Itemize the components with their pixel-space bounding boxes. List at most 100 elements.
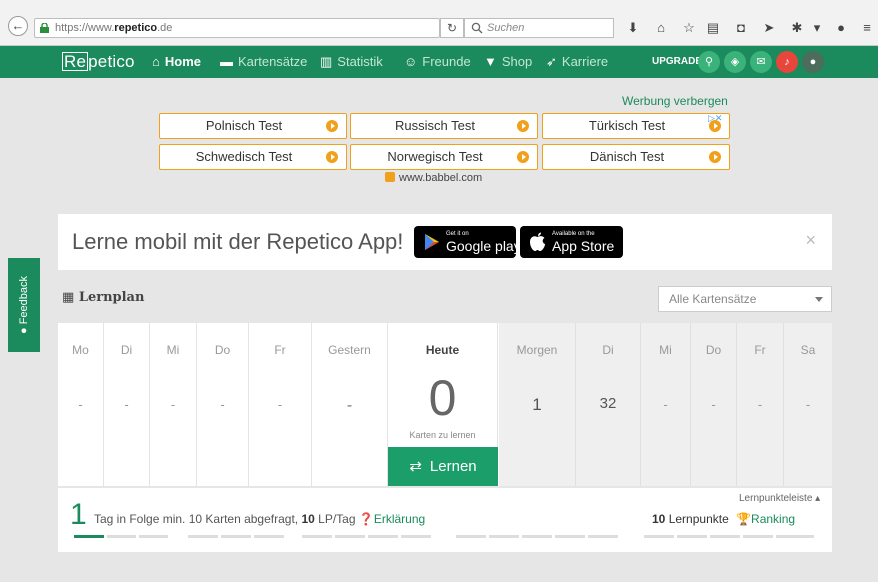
home-icon: ⌂ xyxy=(152,54,160,69)
nav-kartensaetze[interactable]: ▬ Kartensätze xyxy=(220,54,307,69)
day-column: Do - xyxy=(197,323,249,486)
feedback-label: Feedback xyxy=(18,275,30,325)
reading-list-icon[interactable]: ▤ xyxy=(704,18,722,38)
rocket-icon: ➶ xyxy=(546,54,557,69)
url-bar[interactable]: https://www.repetico.de xyxy=(34,18,440,38)
ad-button-norwegisch[interactable]: Norwegisch Test xyxy=(350,144,538,170)
deck-select[interactable]: Alle Kartensätze xyxy=(658,286,832,312)
day-column: Morgen 1 xyxy=(499,323,576,486)
feedback-tab[interactable]: ● Feedback xyxy=(8,258,40,352)
menu-icon[interactable]: ≡ xyxy=(858,18,876,38)
info-circle-icon: ● xyxy=(18,324,30,335)
google-play-button[interactable]: Get it on Google play xyxy=(414,226,521,258)
home-icon[interactable]: ⌂ xyxy=(652,18,670,38)
repetico-logo[interactable]: Re petico xyxy=(62,52,135,72)
progress-segment xyxy=(107,535,136,538)
ad-button-polnisch[interactable]: Polnisch Test xyxy=(159,113,347,139)
progress-segment xyxy=(188,535,218,538)
progress-segment xyxy=(401,535,431,538)
progress-segment xyxy=(139,535,168,538)
bar-chart-icon: ▥ xyxy=(320,54,333,69)
day-column: Fr - xyxy=(737,323,784,486)
browser-toolbar: ← https://www.repetico.de ↻ Suchen ⬇ ⌂ ☆… xyxy=(0,0,878,46)
nav-karriere[interactable]: ➶ Karriere xyxy=(546,54,608,70)
chat-icon[interactable]: ● xyxy=(832,18,850,38)
nav-statistik[interactable]: ▥ Statistik xyxy=(320,54,383,70)
url-host: repetico xyxy=(114,22,158,34)
points-bar-toggle[interactable]: Lernpunkteleiste ▴ xyxy=(739,493,820,504)
search-placeholder: Suchen xyxy=(487,22,525,34)
progress-segment xyxy=(710,535,740,538)
ranking-link[interactable]: 🏆Ranking xyxy=(736,512,795,526)
progress-segment xyxy=(588,535,618,538)
extension-icon[interactable]: ✱ xyxy=(788,18,806,38)
app-banner: Lerne mobil mit der Repetico App! Get it… xyxy=(58,214,832,270)
ad-button-tuerkisch[interactable]: Türkisch Test xyxy=(542,113,730,139)
search-icon xyxy=(471,22,483,34)
progress-segment xyxy=(456,535,486,538)
back-arrow-icon[interactable]: ← xyxy=(8,16,28,36)
progress-segment xyxy=(644,535,674,538)
avatar[interactable]: ● xyxy=(802,51,824,73)
day-column: Di - xyxy=(104,323,150,486)
day-column: Mi - xyxy=(641,323,691,486)
streak-count: 1 xyxy=(70,498,87,531)
progress-segment xyxy=(489,535,519,538)
app-banner-text: Lerne mobil mit der Repetico App! xyxy=(72,229,404,254)
nav-freunde[interactable]: ☺ Freunde xyxy=(404,54,471,69)
day-column: Do - xyxy=(691,323,737,486)
day-column: Mo - xyxy=(58,323,104,486)
cards-circle-icon[interactable]: ◈ xyxy=(724,51,746,73)
progress-segment xyxy=(335,535,365,538)
today-column: Heute 0 Karten zu lernen ⇄ Lernen xyxy=(388,323,498,486)
browser-search-input[interactable]: Suchen xyxy=(464,18,614,38)
ad-button-russisch[interactable]: Russisch Test xyxy=(350,113,538,139)
reload-icon[interactable]: ↻ xyxy=(440,18,464,38)
ad-choices-icon[interactable]: ▷✕ xyxy=(708,113,722,124)
progress-segment xyxy=(221,535,251,538)
progress-segment xyxy=(74,535,104,538)
hide-ads-link[interactable]: Werbung verbergen xyxy=(622,94,728,108)
nav-home[interactable]: ⌂ Home xyxy=(152,54,201,69)
send-icon[interactable]: ➤ xyxy=(760,18,778,38)
ad-source[interactable]: www.babbel.com xyxy=(385,172,482,184)
ad-button-daenisch[interactable]: Dänisch Test xyxy=(542,144,730,170)
day-column: Gestern - xyxy=(312,323,388,486)
streak-description: Tag in Folge min. 10 Karten abgefragt, 1… xyxy=(94,512,426,526)
messages-circle-icon[interactable]: ✉ xyxy=(750,51,772,73)
apple-icon xyxy=(530,232,545,251)
day-column: Fr - xyxy=(249,323,312,486)
question-circle-icon: ❓ xyxy=(358,512,374,526)
today-card-count: 0 xyxy=(428,370,457,426)
nav-shop[interactable]: ▼ Shop xyxy=(484,54,532,69)
progress-segment xyxy=(522,535,552,538)
chevron-down-icon[interactable]: ▾ xyxy=(808,18,826,38)
upgrade-link[interactable]: UPGRADE xyxy=(652,56,702,67)
trophy-icon: 🏆 xyxy=(736,512,752,526)
cart-icon: ▼ xyxy=(484,54,497,69)
progress-segment xyxy=(776,535,814,538)
close-icon[interactable]: × xyxy=(805,230,816,251)
app-store-button[interactable]: Available on the App Store xyxy=(520,226,623,258)
learn-button[interactable]: ⇄ Lernen xyxy=(388,447,498,486)
progress-segment xyxy=(254,535,284,538)
streak-panel: 1 Tag in Folge min. 10 Karten abgefragt,… xyxy=(58,488,832,552)
day-column: Mi - xyxy=(150,323,197,486)
url-suffix: .de xyxy=(157,22,173,34)
arrow-right-icon xyxy=(326,151,338,163)
arrow-right-icon xyxy=(709,151,721,163)
explain-link[interactable]: ❓Erklärung xyxy=(359,512,425,526)
progress-segment xyxy=(302,535,332,538)
download-icon[interactable]: ⬇ xyxy=(624,18,642,38)
ad-button-schwedisch[interactable]: Schwedisch Test xyxy=(159,144,347,170)
day-column: Sa - xyxy=(784,323,832,486)
repeat-icon: ⇄ xyxy=(409,458,422,475)
pocket-icon[interactable]: ◘ xyxy=(732,18,750,38)
progress-segment xyxy=(677,535,707,538)
lock-icon xyxy=(40,23,49,33)
notification-bell-icon[interactable]: ♪ xyxy=(776,51,798,73)
search-circle-icon[interactable]: ⚲ xyxy=(698,51,720,73)
star-icon[interactable]: ☆ xyxy=(680,18,698,38)
lernplan-calendar: Mo - Di - Mi - Do - Fr - Gestern - Heute 0 Kar… xyxy=(58,323,832,486)
babbel-icon xyxy=(385,172,395,182)
